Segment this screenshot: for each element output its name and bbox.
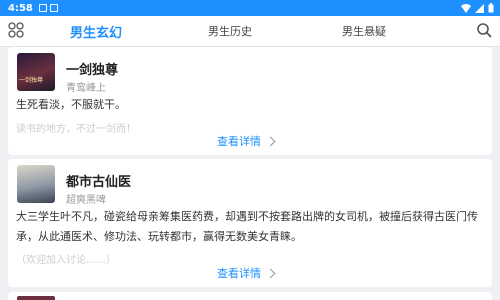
book-title[interactable]: 一剑独尊	[66, 59, 118, 78]
signal-icon	[475, 3, 484, 13]
book-description: 生死看淡，不服就干。	[16, 98, 126, 111]
grid-menu-icon[interactable]	[8, 22, 24, 38]
status-bar: 4:58	[0, 0, 500, 16]
view-details-label: 查看详情	[217, 135, 261, 148]
book-cover	[17, 296, 55, 300]
view-details-button[interactable]: 查看详情	[217, 133, 276, 149]
book-title[interactable]: 都市古仙医	[66, 171, 131, 190]
book-faded-text: （欢迎加入讨论……）	[16, 255, 116, 266]
notification-icon	[49, 4, 58, 12]
tab-male-suspense[interactable]: 男生悬疑	[342, 16, 386, 46]
status-left-icons	[38, 4, 58, 12]
book-author: 青鸾峰上	[66, 83, 106, 94]
book-cover: 一剑独尊	[17, 53, 55, 91]
tab-male-fantasy[interactable]: 男生玄幻	[70, 16, 122, 46]
chevron-right-icon	[265, 136, 276, 146]
status-right-icons	[461, 3, 494, 13]
tab-male-history[interactable]: 男生历史	[208, 16, 252, 46]
book-cover-title: 一剑独尊	[19, 77, 44, 84]
book-author: 超爽黑啤	[66, 195, 106, 206]
chevron-right-icon	[265, 268, 276, 278]
book-cover	[17, 165, 55, 203]
status-time: 4:58	[8, 2, 33, 14]
view-details-button[interactable]: 查看详情	[217, 265, 276, 281]
notification-icon	[38, 4, 47, 12]
search-icon[interactable]	[476, 22, 492, 38]
wifi-icon	[461, 3, 471, 13]
book-card[interactable]: 都市古仙医 超爽黑啤 大三学生叶不凡，碰瓷给母亲筹集医药费，却遇到不按套路出牌的…	[8, 159, 492, 287]
battery-icon	[488, 3, 494, 13]
view-details-label: 查看详情	[217, 267, 261, 280]
book-faded-text: 读书的地方，不过一剑而！	[16, 124, 136, 135]
book-description: 大三学生叶不凡，碰瓷给母亲筹集医药费，却遇到不按套路出牌的女司机，被撞后获得古医…	[16, 210, 478, 243]
book-card[interactable]: 一剑独尊 一剑独尊 青鸾峰上 生死看淡，不服就干。 读书的地方，不过一剑而！ 查…	[8, 47, 492, 155]
book-card[interactable]	[8, 292, 492, 300]
